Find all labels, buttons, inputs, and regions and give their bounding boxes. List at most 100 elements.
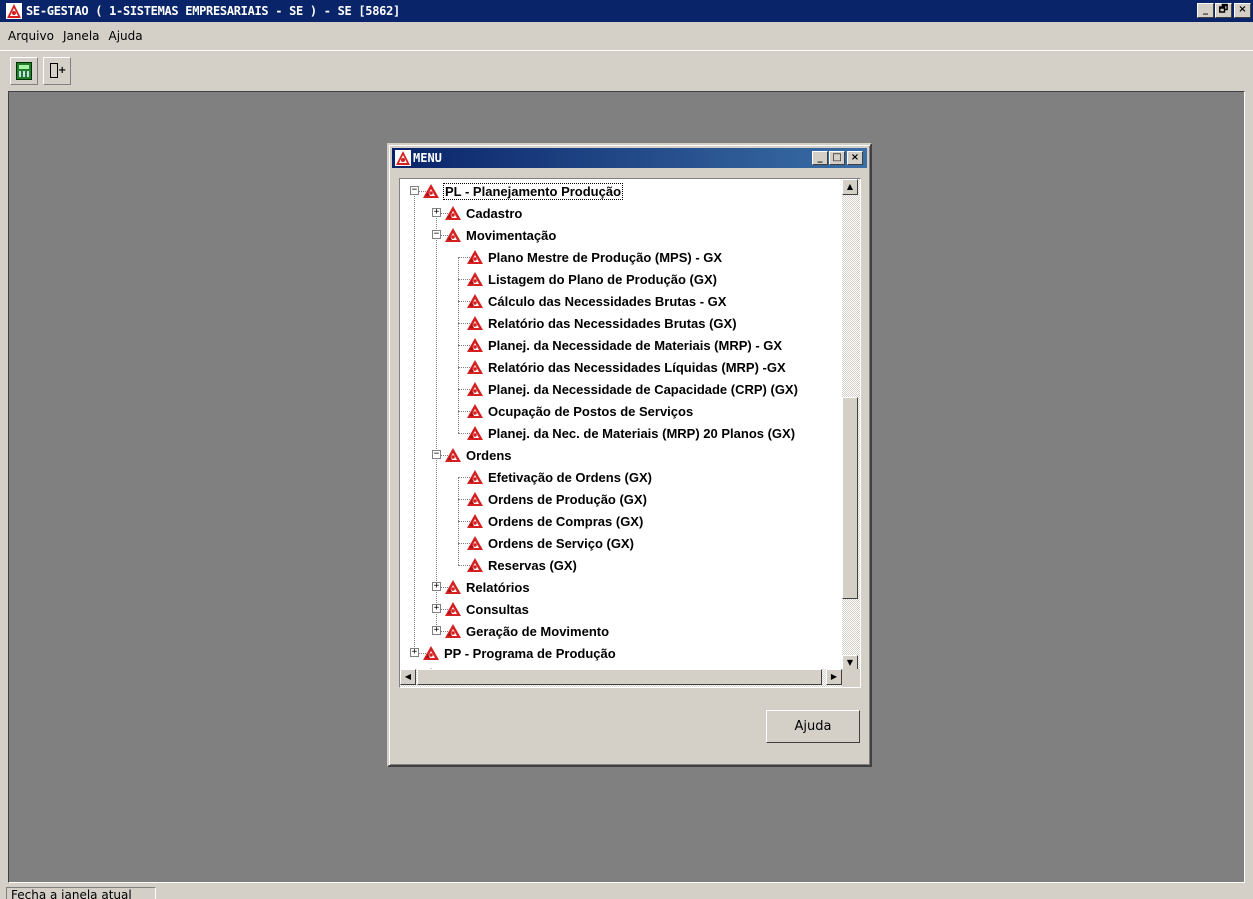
collapse-toggle[interactable]: − bbox=[432, 230, 441, 239]
menu-window-logo-icon bbox=[395, 150, 411, 166]
module-logo-icon bbox=[466, 381, 484, 397]
tree-item[interactable]: Reservas (GX) bbox=[466, 554, 578, 576]
menu-window-titlebar[interactable]: MENU _ □ × bbox=[392, 148, 867, 168]
scroll-right-button[interactable]: ▶ bbox=[826, 669, 842, 685]
status-text: Fecha a janela atual bbox=[6, 887, 156, 899]
tree-item[interactable]: Relatório das Necessidades Brutas (GX) bbox=[466, 312, 738, 334]
scroll-corner bbox=[842, 669, 860, 687]
tree-item-label: Plano Mestre de Produção (MPS) - GX bbox=[488, 249, 723, 265]
tree-item[interactable]: Ocupação de Postos de Serviços bbox=[466, 400, 694, 422]
tree-item-label: Ocupação de Postos de Serviços bbox=[488, 403, 694, 419]
tree-item[interactable]: Relatórios bbox=[444, 576, 531, 598]
menu-window-title: MENU bbox=[413, 151, 442, 165]
vertical-scroll-thumb[interactable] bbox=[842, 397, 858, 599]
tree-item[interactable]: Geração de Movimento bbox=[444, 620, 610, 642]
tree-item-label: Geração de Movimento bbox=[466, 623, 610, 639]
module-logo-icon bbox=[466, 425, 484, 441]
menu-window-controls: _ □ × bbox=[811, 151, 863, 165]
tree-item-label: Planej. da Nec. de Materiais (MRP) 20 Pl… bbox=[488, 425, 796, 441]
module-logo-icon bbox=[444, 579, 462, 595]
toolbar: + bbox=[0, 50, 1253, 90]
tree-item[interactable]: Listagem do Plano de Produção (GX) bbox=[466, 268, 718, 290]
module-logo-icon bbox=[466, 293, 484, 309]
expand-toggle[interactable]: + bbox=[432, 582, 441, 591]
tree-item[interactable]: Planej. da Nec. de Materiais (MRP) 20 Pl… bbox=[466, 422, 796, 444]
restore-button[interactable]: 🗗 bbox=[1215, 3, 1232, 18]
collapse-toggle[interactable]: − bbox=[410, 186, 419, 195]
tree-item[interactable]: Movimentação bbox=[444, 224, 557, 246]
module-logo-icon bbox=[444, 227, 462, 243]
tree-item-label: Cadastro bbox=[466, 205, 523, 221]
statusbar: Fecha a janela atual bbox=[0, 883, 1253, 899]
tree-item[interactable]: Relatório das Necessidades Líquidas (MRP… bbox=[466, 356, 787, 378]
tree-item-label: Planej. da Necessidade de Materiais (MRP… bbox=[488, 337, 783, 353]
tree-item-label: PP - Programa de Produção bbox=[444, 645, 616, 661]
tree-item[interactable]: Planej. da Necessidade de Capacidade (CR… bbox=[466, 378, 799, 400]
module-logo-icon bbox=[466, 557, 484, 573]
exit-button[interactable]: + bbox=[43, 56, 71, 85]
module-logo-icon bbox=[466, 535, 484, 551]
tree-item-label: Consultas bbox=[466, 601, 529, 617]
window-controls: _ 🗗 × bbox=[1196, 3, 1251, 18]
tree-item[interactable]: Ordens de Produção (GX) bbox=[466, 488, 648, 510]
tree-item[interactable]: Plano Mestre de Produção (MPS) - GX bbox=[466, 246, 723, 268]
scroll-up-button[interactable]: ▲ bbox=[842, 179, 858, 195]
tree-item[interactable]: Cadastro bbox=[444, 202, 523, 224]
menu-janela[interactable]: Janela bbox=[63, 29, 100, 43]
menu-ajuda[interactable]: Ajuda bbox=[109, 29, 143, 43]
expand-toggle[interactable]: + bbox=[432, 208, 441, 217]
tree-item[interactable]: PP - Programa de Produção bbox=[422, 642, 617, 664]
module-logo-icon bbox=[466, 271, 484, 287]
expand-toggle[interactable]: + bbox=[410, 648, 419, 657]
horizontal-scroll-thumb[interactable] bbox=[417, 669, 822, 685]
horizontal-scrollbar[interactable]: ◀ ▶ bbox=[400, 669, 842, 687]
menubar: Arquivo Janela Ajuda bbox=[0, 22, 1253, 50]
menu-close-button[interactable]: × bbox=[847, 151, 863, 165]
tree-item[interactable]: Cálculo das Necessidades Brutas - GX bbox=[466, 290, 727, 312]
expand-toggle[interactable]: + bbox=[432, 626, 441, 635]
tree-item-label: Planej. da Necessidade de Capacidade (CR… bbox=[488, 381, 798, 397]
menu-minimize-button[interactable]: _ bbox=[812, 151, 828, 165]
help-button[interactable]: Ajuda bbox=[766, 710, 860, 743]
menu-arquivo[interactable]: Arquivo bbox=[8, 29, 54, 43]
module-logo-icon bbox=[466, 359, 484, 375]
module-logo-icon bbox=[444, 601, 462, 617]
tree-item-label: Ordens de Serviço (GX) bbox=[488, 535, 634, 551]
menu-window: MENU _ □ × − PL - Planejamento Produção + C… bbox=[387, 143, 872, 767]
module-logo-icon bbox=[466, 249, 484, 265]
tree-item-label: Ordens bbox=[466, 447, 512, 463]
close-button[interactable]: × bbox=[1234, 3, 1251, 18]
tree-item[interactable]: Planej. da Necessidade de Materiais (MRP… bbox=[466, 334, 783, 356]
tree-item[interactable]: Ordens de Serviço (GX) bbox=[466, 532, 635, 554]
tree-item-label: Reservas (GX) bbox=[488, 557, 577, 573]
calculator-button[interactable] bbox=[10, 56, 38, 85]
scroll-left-button[interactable]: ◀ bbox=[400, 669, 416, 685]
menu-tree[interactable]: − PL - Planejamento Produção + Cadastro − Mov… bbox=[399, 178, 861, 688]
module-logo-icon bbox=[422, 645, 440, 661]
tree-item-label: Relatório das Necessidades Líquidas (MRP… bbox=[488, 359, 786, 375]
collapse-toggle[interactable]: − bbox=[432, 450, 441, 459]
module-logo-icon bbox=[466, 469, 484, 485]
vertical-scrollbar[interactable]: ▲ ▼ bbox=[842, 179, 860, 671]
expand-toggle[interactable]: + bbox=[432, 604, 441, 613]
tree-item[interactable]: Ordens de Compras (GX) bbox=[466, 510, 644, 532]
module-logo-icon bbox=[466, 337, 484, 353]
menu-maximize-button[interactable]: □ bbox=[829, 151, 845, 165]
tree-item[interactable]: PL - Planejamento Produção bbox=[422, 180, 624, 202]
tree-item[interactable]: Efetivação de Ordens (GX) bbox=[466, 466, 653, 488]
tree-connector bbox=[436, 213, 437, 631]
exit-door-icon: + bbox=[49, 62, 66, 80]
tree-item-label: Relatórios bbox=[466, 579, 530, 595]
tree-item[interactable]: Consultas bbox=[444, 598, 530, 620]
menu-tree-content: − PL - Planejamento Produção + Cadastro − Mov… bbox=[400, 179, 840, 683]
app-title: SE-GESTAO ( 1-SISTEMAS EMPRESARIAIS - SE… bbox=[26, 4, 400, 18]
minimize-button[interactable]: _ bbox=[1197, 3, 1214, 18]
module-logo-icon bbox=[466, 491, 484, 507]
tree-item[interactable]: Ordens bbox=[444, 444, 513, 466]
tree-item-label: Relatório das Necessidades Brutas (GX) bbox=[488, 315, 737, 331]
tree-item-label: Cálculo das Necessidades Brutas - GX bbox=[488, 293, 727, 309]
tree-item-label: Listagem do Plano de Produção (GX) bbox=[488, 271, 717, 287]
calculator-icon bbox=[16, 61, 32, 80]
tree-item-label: PL - Planejamento Produção bbox=[443, 182, 624, 200]
module-logo-icon bbox=[422, 183, 440, 199]
